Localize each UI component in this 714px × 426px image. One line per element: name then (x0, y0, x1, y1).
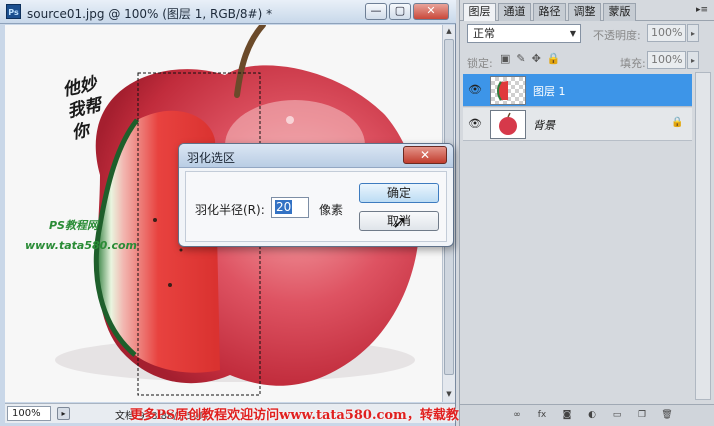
fill-field[interactable]: 100% (647, 51, 686, 69)
mouse-cursor-icon: ➚ (392, 212, 408, 233)
new-group-icon[interactable]: ▭ (610, 409, 624, 422)
tab-layers[interactable]: 图层 (463, 3, 496, 21)
panel-menu-icon[interactable]: ▸≡ (693, 5, 711, 19)
add-mask-icon[interactable]: ◙ (560, 409, 574, 422)
lock-label: 锁定: (467, 57, 493, 70)
feather-selection-dialog: 羽化选区 ✕ 羽化半径(R): 20 像素 确定 取消 ➚ (178, 143, 454, 247)
dialog-title: 羽化选区 (187, 151, 236, 165)
opacity-label: 不透明度: (593, 29, 641, 42)
layers-panel-footer: ∞ fx ◙ ◐ ▭ ❐ 🗑 (460, 404, 714, 426)
close-button[interactable]: ✕ (413, 3, 449, 20)
layer-thumbnail (490, 110, 526, 139)
chevron-down-icon: ▼ (569, 29, 576, 38)
new-layer-icon[interactable]: ❐ (635, 409, 649, 422)
dialog-titlebar[interactable]: 羽化选区 ✕ (179, 144, 453, 168)
zoom-field[interactable]: 100% (7, 406, 51, 421)
fill-label: 填充: (620, 57, 646, 70)
visibility-eye-icon[interactable]: 👁 (467, 83, 483, 97)
document-titlebar[interactable]: Ps source01.jpg @ 100% (图层 1, RGB/8#) * … (0, 0, 456, 24)
ok-button[interactable]: 确定 (359, 183, 439, 203)
tab-paths[interactable]: 路径 (533, 3, 566, 21)
photoshop-app-icon: Ps (6, 4, 21, 19)
layer-name[interactable]: 背景 (533, 117, 555, 133)
layers-panel: 图层 通道 路径 调整 蒙版 ▸≡ 正常 ▼ 不透明度: 100% ▸ 锁定: ▣… (459, 0, 714, 426)
fill-arrow-icon[interactable]: ▸ (687, 51, 699, 69)
blend-mode-select[interactable]: 正常 ▼ (467, 24, 581, 43)
layer-style-icon[interactable]: fx (535, 409, 549, 422)
restore-button[interactable]: ▢ (389, 3, 411, 20)
layer-list: 👁 图层 1 👁 背景 🔒 (460, 72, 714, 141)
adjustment-layer-icon[interactable]: ◐ (585, 409, 599, 422)
pixel-unit-label: 像素 (319, 203, 344, 217)
visibility-eye-icon[interactable]: 👁 (467, 117, 483, 131)
panel-tabs: 图层 通道 路径 调整 蒙版 ▸≡ (460, 2, 714, 21)
status-menu-icon[interactable]: ▸ (57, 407, 70, 420)
link-layers-icon[interactable]: ∞ (510, 409, 524, 422)
site-label-watermark: PS教程网 (49, 219, 98, 232)
tab-masks[interactable]: 蒙版 (603, 3, 636, 21)
opacity-field[interactable]: 100% (647, 24, 686, 42)
feather-radius-input[interactable]: 20 (271, 197, 309, 218)
delete-layer-icon[interactable]: 🗑 (660, 409, 674, 422)
scroll-down-icon[interactable]: ▼ (443, 388, 455, 400)
scroll-up-icon[interactable]: ▲ (443, 25, 455, 37)
lock-icon: 🔒 (671, 117, 684, 128)
layer-row-background[interactable]: 👁 背景 🔒 (463, 108, 692, 141)
layer-name[interactable]: 图层 1 (533, 83, 566, 99)
layer-thumbnail (490, 76, 526, 105)
opacity-arrow-icon[interactable]: ▸ (687, 24, 699, 42)
document-title: source01.jpg @ 100% (图层 1, RGB/8#) * (27, 7, 273, 21)
lock-options-icons[interactable]: ▣✎✥🔒 (500, 52, 567, 65)
tab-channels[interactable]: 通道 (498, 3, 531, 21)
dialog-body: 羽化半径(R): 20 像素 确定 取消 ➚ (185, 171, 447, 242)
layer-row-layer1[interactable]: 👁 图层 1 (463, 74, 692, 107)
minimize-button[interactable]: — (365, 3, 387, 20)
site-url-watermark: www.tata580.com (25, 239, 138, 252)
feather-radius-label: 羽化半径(R): (195, 203, 265, 217)
tab-adjustments[interactable]: 调整 (568, 3, 601, 21)
dialog-close-button[interactable]: ✕ (403, 146, 447, 164)
layers-scrollbar[interactable] (695, 72, 711, 400)
